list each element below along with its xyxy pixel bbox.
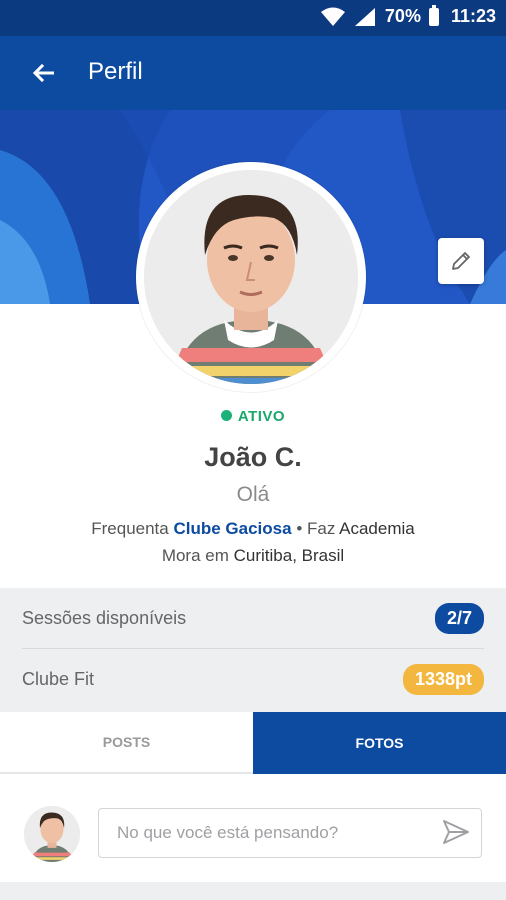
tab-fotos[interactable]: FOTOS bbox=[253, 712, 506, 774]
sessions-label: Sessões disponíveis bbox=[22, 607, 187, 628]
profile-avatar-frame bbox=[136, 162, 366, 392]
lives-prefix: Mora em bbox=[161, 546, 229, 565]
post-composer: No que você está pensando? bbox=[0, 776, 506, 880]
avatar-illustration-small bbox=[24, 806, 80, 862]
wifi-icon bbox=[320, 7, 345, 26]
profile-location-line: Mora em Curitiba, Brasil bbox=[0, 546, 506, 566]
avatar-illustration bbox=[144, 170, 358, 384]
sessions-row: Sessões disponíveis 2/7 bbox=[22, 588, 484, 649]
back-button[interactable] bbox=[26, 56, 60, 90]
tab-posts[interactable]: POSTS bbox=[0, 712, 253, 774]
fit-points-badge: 1338pt bbox=[402, 663, 484, 695]
frequent-prefix: Frequenta bbox=[91, 519, 169, 538]
status-icons: 70% 11:23 bbox=[320, 4, 496, 27]
fit-label: Clube Fit bbox=[22, 668, 95, 689]
status-dot-icon bbox=[220, 410, 232, 421]
club-link[interactable]: Clube Gaciosa bbox=[173, 519, 291, 538]
status-time: 11:23 bbox=[450, 6, 496, 26]
profile-frequency-line: Frequenta Clube Gaciosa • Faz Academia bbox=[0, 519, 506, 539]
location-value: Curitiba, Brasil bbox=[233, 546, 345, 565]
battery-percent: 70% bbox=[384, 6, 421, 26]
composer-avatar bbox=[24, 806, 80, 862]
post-input[interactable]: No que você está pensando? bbox=[98, 808, 482, 858]
sessions-badge: 2/7 bbox=[434, 602, 484, 634]
activity-value: Academia bbox=[339, 519, 415, 538]
edit-profile-button[interactable] bbox=[438, 238, 484, 284]
send-icon[interactable] bbox=[440, 816, 472, 848]
status-badge: ATIVO bbox=[0, 408, 506, 425]
bottom-divider bbox=[0, 882, 506, 900]
activity-prefix: Faz bbox=[307, 519, 336, 538]
fit-points-row: Clube Fit 1338pt bbox=[22, 649, 484, 709]
back-arrow-icon bbox=[32, 63, 54, 83]
stats-panel: Sessões disponíveis 2/7 Clube Fit 1338pt bbox=[0, 588, 506, 712]
page-title: Perfil bbox=[88, 58, 143, 85]
pencil-icon bbox=[452, 252, 470, 270]
content-tabs: POSTS FOTOS bbox=[0, 712, 506, 774]
profile-bio: Olá bbox=[236, 483, 270, 506]
signal-icon bbox=[354, 7, 375, 26]
post-input-placeholder: No que você está pensando? bbox=[117, 823, 339, 842]
status-text: ATIVO bbox=[237, 408, 286, 425]
battery-icon bbox=[428, 4, 439, 26]
status-bar: 70% 11:23 bbox=[0, 0, 506, 36]
profile-name: João C. bbox=[204, 442, 302, 472]
app-bar: Perfil bbox=[0, 36, 506, 110]
bullet-separator: • bbox=[296, 519, 303, 538]
profile-avatar[interactable] bbox=[144, 170, 358, 384]
